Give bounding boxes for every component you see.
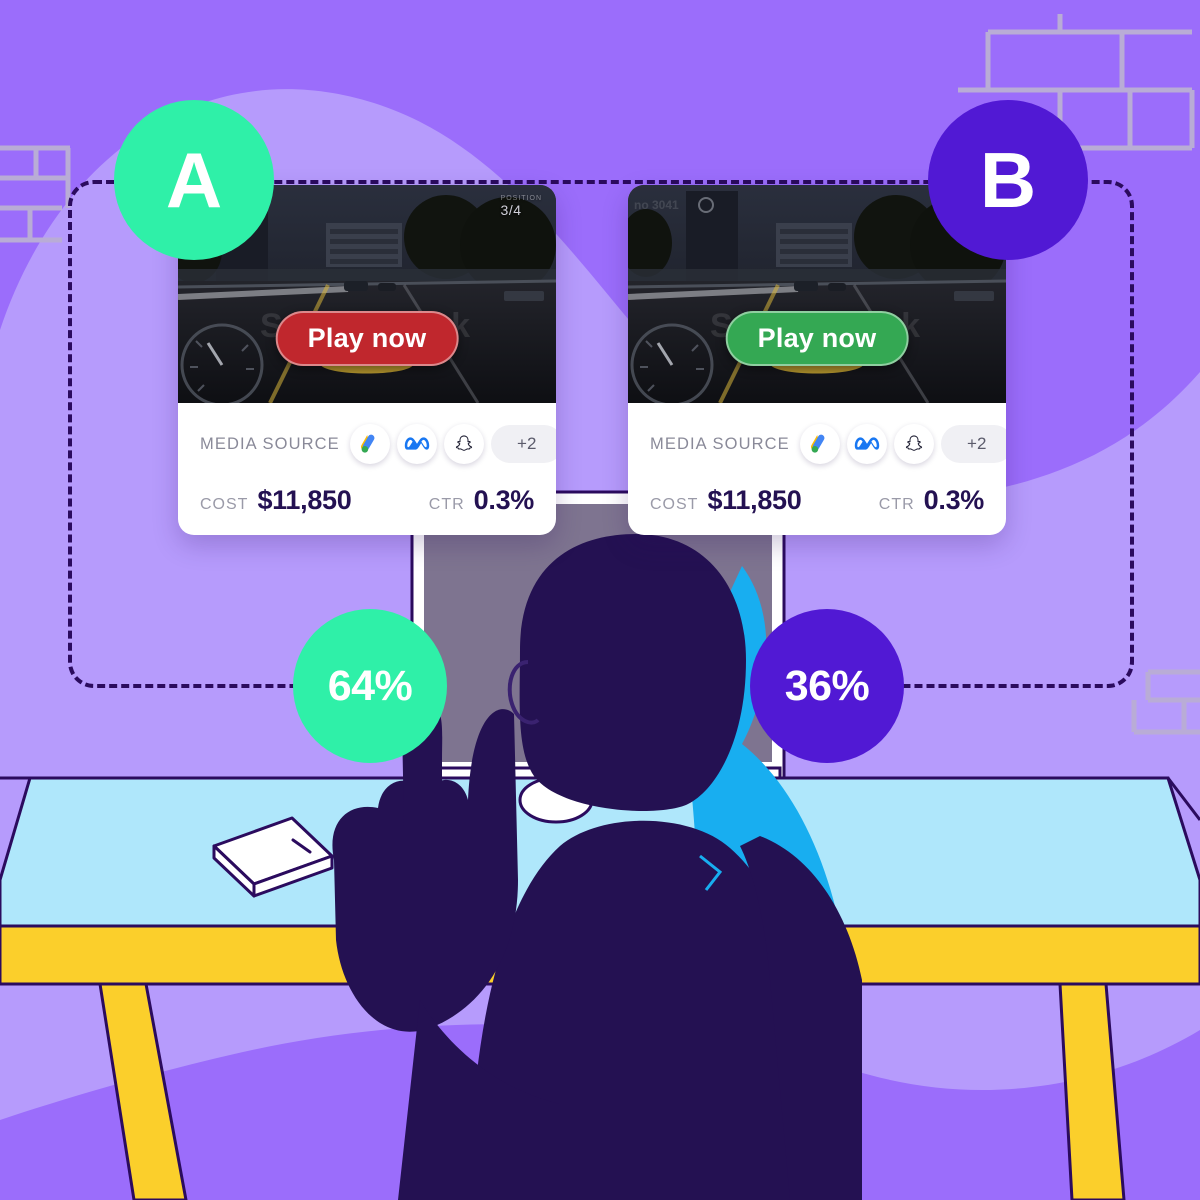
metric-ctr-label-b: CTR: [878, 496, 915, 513]
snapchat-icon[interactable]: [893, 424, 934, 464]
share-bubble-a: 64%: [293, 609, 447, 763]
ad-card-a-body: MEDIA SOURCE +2 COST $11,850 CTR 0.3%: [178, 403, 556, 516]
cta-button-b[interactable]: Play now: [725, 311, 909, 366]
share-bubble-b: 36%: [750, 609, 904, 763]
meta-icon[interactable]: [396, 424, 437, 464]
game-position-value: 3/4: [500, 202, 522, 218]
media-source-more-b[interactable]: +2: [940, 425, 1006, 463]
media-source-row-b: MEDIA SOURCE +2: [650, 419, 1006, 469]
cta-button-a[interactable]: Play now: [275, 311, 459, 366]
metrics-row-a: COST $11,850 CTR 0.3%: [200, 485, 534, 516]
metric-ctr-label-a: CTR: [428, 496, 465, 513]
snapchat-icon[interactable]: [443, 424, 484, 464]
google-ads-icon[interactable]: [349, 424, 390, 464]
media-source-more-a[interactable]: +2: [490, 425, 556, 463]
variant-badge-b: B: [928, 100, 1088, 260]
metrics-row-b: COST $11,850 CTR 0.3%: [650, 485, 984, 516]
svg-text:no 3041: no 3041: [634, 198, 679, 212]
metric-cost-label-a: COST: [200, 496, 249, 513]
game-position-caption: POSITION: [500, 195, 542, 202]
ad-card-b-body: MEDIA SOURCE +2 COST $11,850 CTR 0.3%: [628, 403, 1006, 516]
media-source-label-b: MEDIA SOURCE: [650, 434, 790, 453]
metric-cost-value-b: $11,850: [707, 485, 802, 515]
media-source-label-a: MEDIA SOURCE: [200, 434, 340, 453]
metric-ctr-a: CTR 0.3%: [428, 485, 535, 516]
variant-badge-a: A: [114, 100, 274, 260]
metric-ctr-b: CTR 0.3%: [878, 485, 985, 516]
meta-icon[interactable]: [846, 424, 887, 464]
metric-ctr-value-b: 0.3%: [923, 485, 985, 515]
media-source-row-a: MEDIA SOURCE +2: [200, 419, 556, 469]
metric-cost-label-b: COST: [650, 496, 699, 513]
game-position-indicator: POSITION 3/4: [501, 195, 542, 218]
metric-ctr-value-a: 0.3%: [473, 485, 535, 515]
google-ads-icon[interactable]: [799, 424, 840, 464]
ad-card-b[interactable]: no 3041 Soundlock Play now MEDIA SOURCE: [628, 185, 1006, 535]
metric-cost-b: COST $11,850: [650, 485, 802, 516]
metric-cost-value-a: $11,850: [257, 485, 352, 515]
metric-cost-a: COST $11,850: [200, 485, 352, 516]
illustration-stage: Soundlock POSITION 3/4 Play now MEDIA SO…: [0, 0, 1200, 1200]
